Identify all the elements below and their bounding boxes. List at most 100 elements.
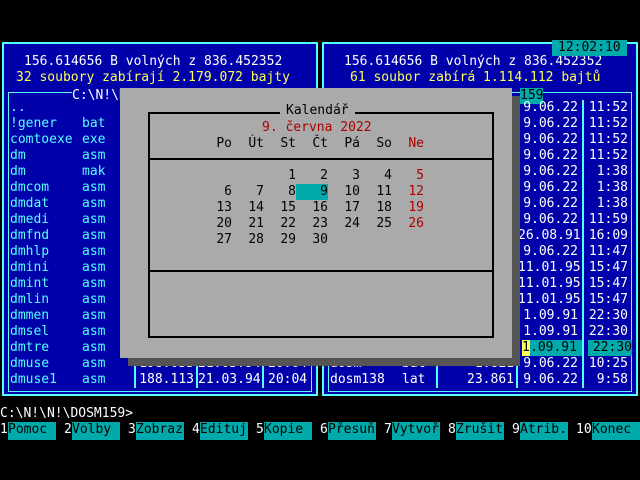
function-key-9[interactable]: 9 Atrib. (512, 422, 576, 440)
file-time: 11:52 (588, 132, 628, 147)
function-key-number: 3 (128, 422, 136, 437)
calendar-day[interactable]: 8 (264, 184, 296, 200)
calendar-day[interactable]: 19 (392, 200, 424, 216)
function-key-label: Zobraz (136, 422, 184, 440)
file-row[interactable]: dosm138 lat 23.861 9.06.22 9:58 (328, 372, 632, 388)
file-time: 1:38 (596, 196, 628, 211)
file-time: 11:52 (588, 100, 628, 115)
file-time: 10:25 (588, 356, 628, 371)
calendar-day[interactable]: 25 (360, 216, 392, 232)
calendar-day[interactable]: 14 (232, 200, 264, 216)
file-ext: asm (82, 356, 106, 371)
file-cursor[interactable]: 1.09.91 22:30 (522, 340, 634, 356)
calendar-day[interactable]: 15 (264, 200, 296, 216)
calendar-dialog[interactable]: Kalendář 9. června 2022 Po Út St Čt Pá So Ne 1… (120, 88, 512, 358)
file-date: 11.01.95 (518, 292, 581, 307)
calendar-day[interactable]: 12 (392, 184, 424, 200)
calendar-day[interactable]: 7 (232, 184, 264, 200)
function-key-number: 1 (0, 422, 8, 437)
function-key-1[interactable]: 1 Pomoc (0, 422, 64, 440)
weekday-label: Út (248, 136, 264, 151)
file-date: 11.01.95 (518, 276, 581, 291)
calendar-day[interactable]: 13 (200, 200, 232, 216)
file-name: dmcom (10, 180, 50, 195)
function-key-2[interactable]: 2 Volby (64, 422, 128, 440)
file-ext: asm (82, 196, 106, 211)
calendar-day[interactable]: 6 (200, 184, 232, 200)
file-ext: lat (402, 372, 426, 387)
calendar-day[interactable]: 17 (328, 200, 360, 216)
file-name: dmini (10, 260, 50, 275)
left-free-space: 156.614656 B volných z 836.452352 (24, 54, 283, 69)
function-key-label: Atrib. (520, 422, 568, 440)
file-name: dmint (10, 276, 50, 291)
calendar-day[interactable]: 3 (328, 168, 360, 184)
function-key-4[interactable]: 4 Edituj (192, 422, 256, 440)
file-ext: asm (82, 372, 106, 387)
file-time: 20:04 (268, 372, 308, 387)
file-date: 9.06.22 (523, 356, 578, 371)
function-key-label: Edituj (200, 422, 248, 440)
calendar-day[interactable]: 26 (392, 216, 424, 232)
calendar-day[interactable]: 21 (232, 216, 264, 232)
calendar-day[interactable]: 23 (296, 216, 328, 232)
function-key-7[interactable]: 7 Vytvoř (384, 422, 448, 440)
file-ext: asm (82, 276, 106, 291)
file-name: dmuse (10, 356, 50, 371)
function-key-6[interactable]: 6 Přesuň (320, 422, 384, 440)
calendar-day[interactable]: 5 (392, 168, 424, 184)
function-key-8[interactable]: 8 Zrušit (448, 422, 512, 440)
file-ext: asm (82, 244, 106, 259)
clock: 12:02:10 (552, 40, 627, 56)
file-time: 1:38 (596, 164, 628, 179)
file-size: 23.861 (467, 372, 514, 387)
calendar-day[interactable]: 30 (296, 232, 328, 248)
calendar-day[interactable]: 4 (360, 168, 392, 184)
calendar-day[interactable]: 10 (328, 184, 360, 200)
function-key-number: 4 (192, 422, 200, 437)
function-key-10[interactable]: 10 Konec (576, 422, 640, 440)
file-ext: asm (82, 324, 106, 339)
weekday-label: Po (216, 136, 232, 151)
function-key-number: 2 (64, 422, 72, 437)
calendar-day[interactable]: 11 (360, 184, 392, 200)
function-key-label: Pomoc (8, 422, 56, 440)
file-name: dmmen (10, 308, 50, 323)
calendar-day[interactable]: 2 (296, 168, 328, 184)
file-name: dmtre (10, 340, 50, 355)
function-key-label: Kopie (264, 422, 312, 440)
file-ext: asm (82, 308, 106, 323)
calendar-day[interactable]: 18 (360, 200, 392, 216)
calendar-day[interactable]: 24 (328, 216, 360, 232)
command-prompt[interactable]: C:\N!\N!\DOSM159> (0, 406, 133, 422)
calendar-day[interactable]: 16 (296, 200, 328, 216)
calendar-day[interactable]: 28 (232, 232, 264, 248)
calendar-day[interactable]: 20 (200, 216, 232, 232)
function-key-label: Volby (72, 422, 120, 440)
calendar-day[interactable]: 27 (200, 232, 232, 248)
file-time: 15:47 (588, 260, 628, 275)
calendar-day[interactable]: 1 (264, 168, 296, 184)
calendar-day[interactable]: 29 (264, 232, 296, 248)
file-size: 188.113 (139, 372, 194, 387)
file-date: 21.03.94 (198, 372, 261, 387)
file-ext: asm (82, 292, 106, 307)
file-name: dmsel (10, 324, 50, 339)
function-key-3[interactable]: 3 Zobraz (128, 422, 192, 440)
file-ext: asm (82, 180, 106, 195)
file-date: 9.06.22 (523, 212, 578, 227)
weekday-label: So (376, 136, 392, 151)
function-key-5[interactable]: 5 Kopie (256, 422, 320, 440)
calendar-title: Kalendář (280, 103, 355, 119)
file-row[interactable]: dmuse1 asm 188.113 21.03.94 20:04 (8, 372, 312, 388)
file-date: 9.06.22 (523, 116, 578, 131)
function-key-label: Vytvoř (392, 422, 440, 440)
function-key-number: 7 (384, 422, 392, 437)
calendar-day[interactable]: 22 (264, 216, 296, 232)
file-ext: asm (82, 228, 106, 243)
cursor-date-prefix: 1 (522, 340, 530, 356)
calendar-day[interactable]: 9 (296, 184, 328, 200)
file-name: dmedi (10, 212, 50, 227)
file-date: 26.08.91 (518, 228, 581, 243)
function-key-number: 5 (256, 422, 264, 437)
